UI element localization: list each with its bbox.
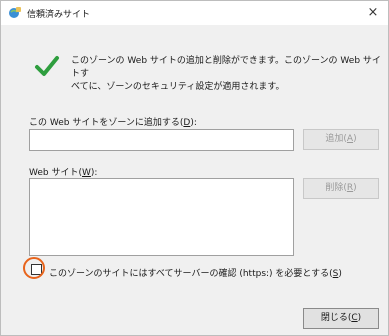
websites-label: Web サイト(W): [29,168,98,178]
trusted-sites-dialog: 信頼済みサイト × このゾーンの Web サイトの追加と削除ができます。このゾー… [0,0,389,336]
https-requirement-label[interactable]: このゾーンのサイトにはすべてサーバーの確認 (https:) を必要とする(S) [49,266,342,279]
close-window-button[interactable]: × [362,3,384,23]
title-bar: 信頼済みサイト × [1,1,388,25]
websites-list[interactable] [29,178,294,256]
add-button[interactable]: 追加(A) [303,129,379,150]
zone-description: このゾーンの Web サイトの追加と削除ができます。このゾーンの Web サイト… [71,56,381,92]
highlight-circle [23,257,45,279]
checkmark-icon [35,56,59,76]
window-title: 信頼済みサイト [27,10,91,20]
close-button[interactable]: 閉じる(C) [303,308,379,329]
add-site-input[interactable] [29,129,294,151]
internet-options-icon [9,7,21,18]
remove-button[interactable]: 削除(R) [303,178,379,199]
dialog-body: このゾーンの Web サイトの追加と削除ができます。このゾーンの Web サイト… [1,25,388,335]
add-site-label: この Web サイトをゾーンに追加する(D): [29,118,197,128]
